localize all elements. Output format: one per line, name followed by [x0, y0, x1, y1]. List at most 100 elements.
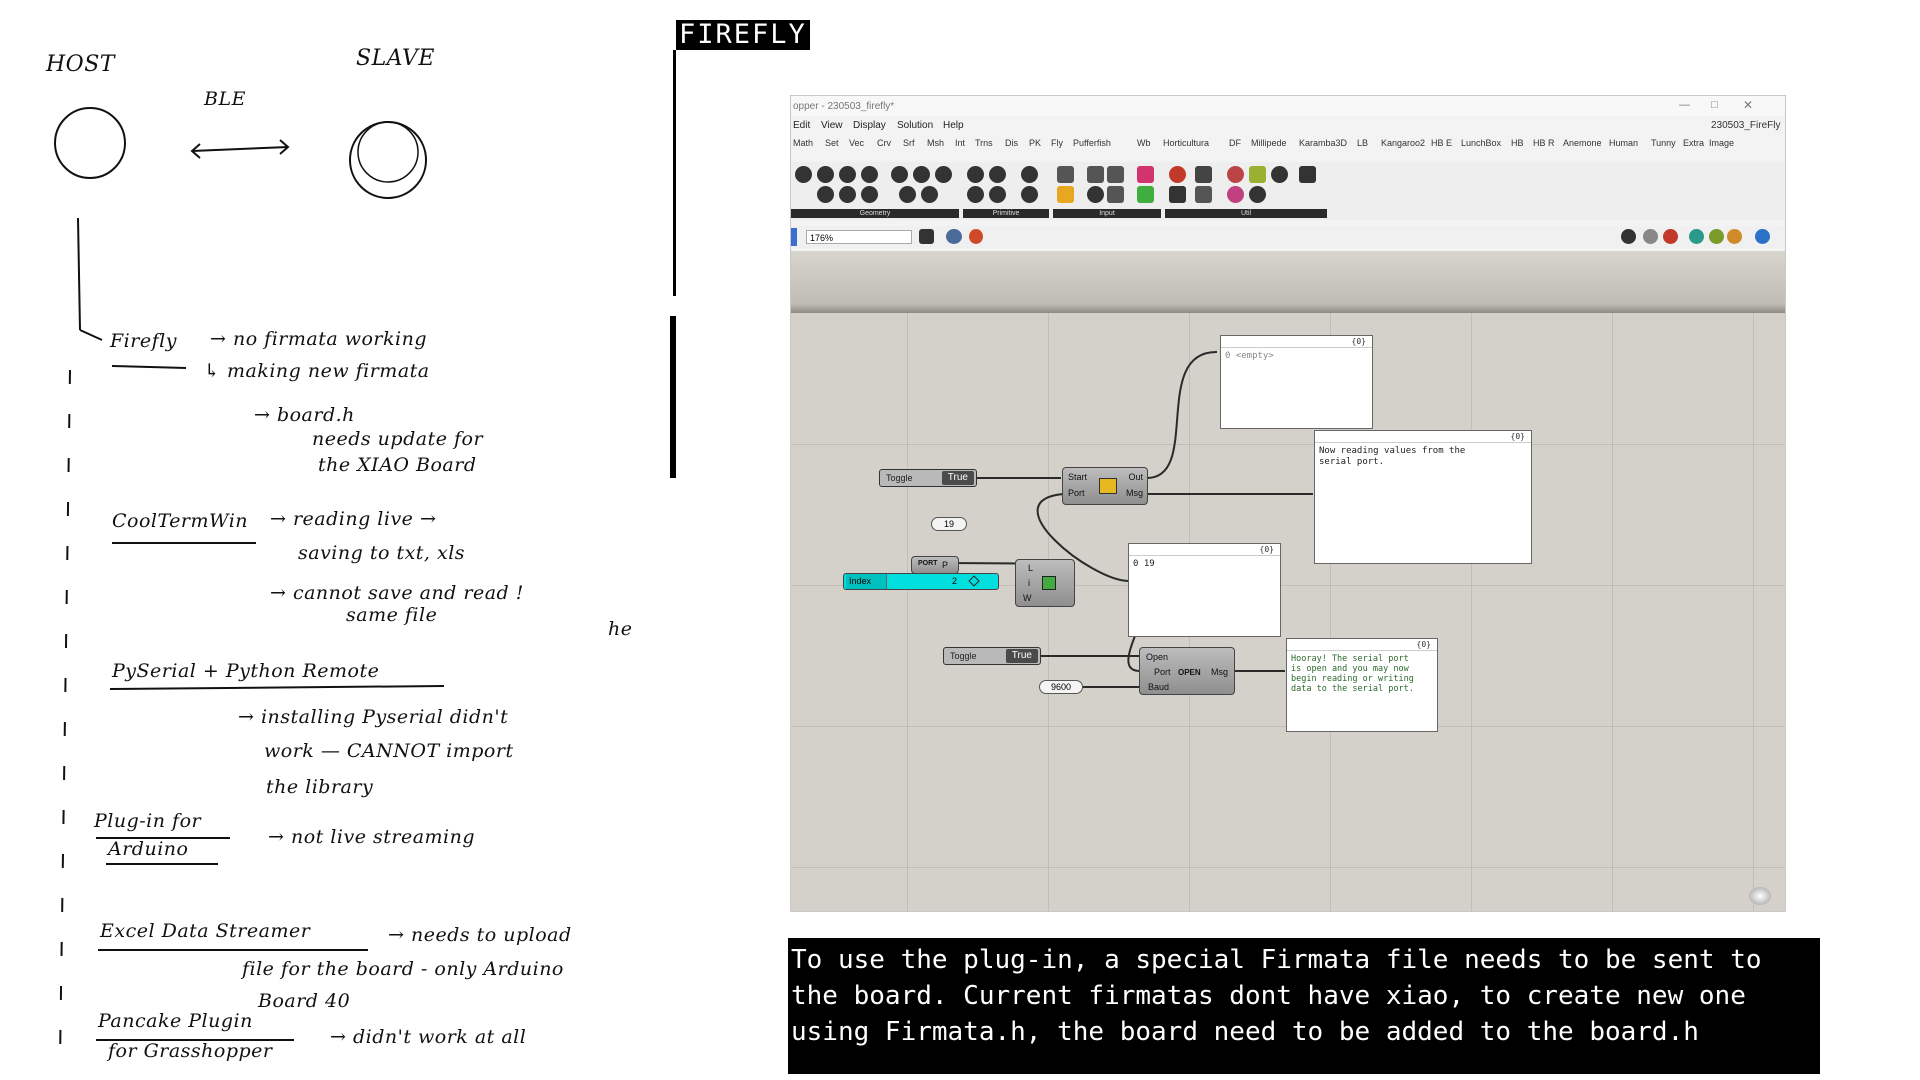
geometry-icon[interactable]	[839, 166, 856, 183]
tab[interactable]: Math	[793, 138, 813, 148]
geometry-icon[interactable]	[913, 166, 930, 183]
eye-icon[interactable]	[946, 229, 962, 244]
menu-edit[interactable]: Edit	[793, 120, 810, 131]
maximize-button[interactable]: □	[1711, 99, 1718, 111]
util-icon[interactable]	[1299, 166, 1316, 183]
geometry-icon[interactable]	[817, 166, 834, 183]
geometry-icon[interactable]	[935, 166, 952, 183]
ports-available-component[interactable]: PORT P	[911, 556, 959, 574]
toggle-value[interactable]: True	[1005, 649, 1038, 663]
input-icon[interactable]	[1087, 186, 1104, 203]
baud-rate[interactable]: 9600	[1039, 680, 1083, 694]
tab[interactable]: Extra	[1683, 138, 1704, 148]
geometry-icon[interactable]	[891, 166, 908, 183]
sidebar-toggle[interactable]	[791, 228, 797, 246]
minimize-button[interactable]: —	[1679, 99, 1690, 111]
preview-icon[interactable]	[1755, 229, 1770, 244]
toggle-start[interactable]: Toggle True	[879, 469, 977, 487]
toggle-value[interactable]: True	[941, 471, 974, 485]
tab[interactable]: Crv	[877, 138, 891, 148]
tab[interactable]: Int	[955, 138, 965, 148]
slider-grip[interactable]	[968, 575, 980, 587]
input-icon[interactable]	[1107, 186, 1124, 203]
tab[interactable]: Pufferfish	[1073, 138, 1111, 148]
primitive-icon[interactable]	[1021, 166, 1038, 183]
navigation-compass-icon[interactable]	[1749, 887, 1771, 905]
tab[interactable]: Msh	[927, 138, 944, 148]
tab[interactable]: LunchBox	[1461, 138, 1501, 148]
geometry-icon[interactable]	[899, 186, 916, 203]
preview-icon[interactable]	[1727, 229, 1742, 244]
primitive-icon[interactable]	[967, 166, 984, 183]
close-button[interactable]: ✕	[1743, 98, 1753, 112]
util-icon[interactable]	[1169, 166, 1186, 183]
util-icon[interactable]	[1195, 166, 1212, 183]
input-icon[interactable]	[1107, 166, 1124, 183]
util-icon[interactable]	[1169, 186, 1186, 203]
zoom-select[interactable]: 176%	[806, 230, 912, 244]
util-icon[interactable]	[1249, 166, 1266, 183]
tab[interactable]: Dis	[1005, 138, 1018, 148]
index-slider[interactable]: Index 2	[843, 573, 999, 590]
geometry-icon[interactable]	[795, 166, 812, 183]
geometry-icon[interactable]	[839, 186, 856, 203]
input-icon[interactable]	[1057, 166, 1074, 183]
tab[interactable]: Wb	[1137, 138, 1151, 148]
tab[interactable]: Srf	[903, 138, 915, 148]
preview-icon[interactable]	[1709, 229, 1724, 244]
util-icon[interactable]	[1271, 166, 1288, 183]
serial-read-component[interactable]: Start Port Out Msg	[1062, 467, 1148, 505]
input-icon[interactable]	[1137, 166, 1154, 183]
geometry-icon[interactable]	[817, 186, 834, 203]
tab[interactable]: Tunny	[1651, 138, 1676, 148]
tab[interactable]: Kangaroo2	[1381, 138, 1425, 148]
geometry-icon[interactable]	[921, 186, 938, 203]
menu-solution[interactable]: Solution	[897, 120, 933, 131]
tab[interactable]: PK	[1029, 138, 1041, 148]
tab[interactable]: Trns	[975, 138, 993, 148]
display-mode-icon[interactable]	[1621, 229, 1636, 244]
tab[interactable]: Image	[1709, 138, 1734, 148]
tab[interactable]: HB R	[1533, 138, 1555, 148]
toggle-open[interactable]: Toggle True	[943, 647, 1041, 665]
util-icon[interactable]	[1227, 186, 1244, 203]
menu-view[interactable]: View	[821, 120, 843, 131]
panel-port[interactable]: {0} 0 19	[1128, 543, 1281, 637]
geometry-icon[interactable]	[861, 166, 878, 183]
port-number[interactable]: 19	[931, 517, 967, 531]
tab[interactable]: Human	[1609, 138, 1638, 148]
display-mode-icon[interactable]	[1643, 229, 1658, 244]
display-mode-icon[interactable]	[1663, 229, 1678, 244]
primitive-icon[interactable]	[989, 166, 1006, 183]
list-item-component[interactable]: L i W	[1015, 559, 1075, 607]
tab[interactable]: HB	[1511, 138, 1524, 148]
tab[interactable]: Millipede	[1251, 138, 1287, 148]
menu-display[interactable]: Display	[853, 120, 886, 131]
panel-reading[interactable]: {0} Now reading values from the serial p…	[1314, 430, 1532, 564]
tab[interactable]: HB E	[1431, 138, 1452, 148]
primitive-icon[interactable]	[1021, 186, 1038, 203]
panel-hooray[interactable]: {0} Hooray! The serial port is open and …	[1286, 638, 1438, 732]
util-icon[interactable]	[1195, 186, 1212, 203]
input-icon[interactable]	[1057, 186, 1074, 203]
zoom-extents-icon[interactable]	[919, 229, 934, 244]
paint-icon[interactable]	[969, 229, 983, 244]
tab[interactable]: DF	[1229, 138, 1241, 148]
primitive-icon[interactable]	[967, 186, 984, 203]
tab[interactable]: Horticultura	[1163, 138, 1209, 148]
grasshopper-canvas[interactable]: {0} 0 <empty> {0} Now reading values fro…	[791, 251, 1785, 911]
tab[interactable]: LB	[1357, 138, 1368, 148]
menu-help[interactable]: Help	[943, 120, 964, 131]
tab[interactable]: Set	[825, 138, 839, 148]
tab[interactable]: Fly	[1051, 138, 1063, 148]
tab[interactable]: Karamba3D	[1299, 138, 1347, 148]
primitive-icon[interactable]	[989, 186, 1006, 203]
preview-icon[interactable]	[1689, 229, 1704, 244]
input-icon[interactable]	[1137, 186, 1154, 203]
open-port-component[interactable]: Open Port Baud Msg OPEN	[1139, 647, 1235, 695]
geometry-icon[interactable]	[861, 186, 878, 203]
input-icon[interactable]	[1087, 166, 1104, 183]
tab[interactable]: Anemone	[1563, 138, 1602, 148]
util-icon[interactable]	[1227, 166, 1244, 183]
util-icon[interactable]	[1249, 186, 1266, 203]
